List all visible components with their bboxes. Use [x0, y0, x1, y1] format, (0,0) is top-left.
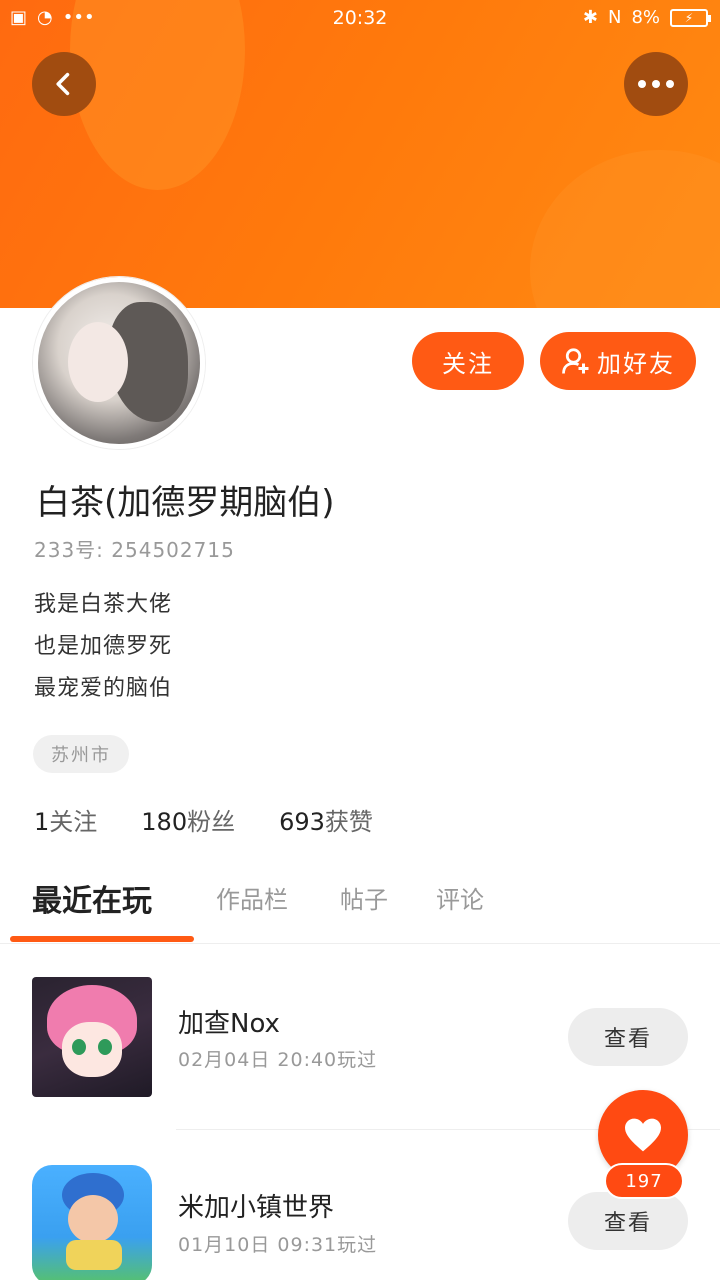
active-tab-indicator	[10, 936, 194, 942]
status-bar: ▣ ◔ ••• 20:32 ✱ N 8% ⚡	[0, 0, 720, 38]
stat-number: 180	[141, 808, 188, 836]
heart-icon	[625, 1118, 661, 1152]
game-icon[interactable]	[32, 1165, 152, 1280]
user-id: 233号: 254502715	[34, 534, 235, 563]
tab-posts[interactable]: 帖子	[340, 880, 388, 915]
profile-name: 白茶(加德罗期脑伯)	[36, 483, 335, 523]
more-options-button[interactable]	[624, 52, 688, 116]
follow-button-label: 关注	[442, 349, 494, 378]
bluetooth-icon: ✱	[582, 7, 598, 28]
view-game-button[interactable]: 查看	[568, 1192, 688, 1250]
game-title[interactable]: 加查Nox	[178, 1003, 280, 1040]
stat-label: 粉丝	[187, 808, 236, 836]
bio-line: 最宠爱的脑伯	[34, 676, 173, 701]
bio-line: 我是白茶大佬	[34, 592, 173, 617]
add-friend-button[interactable]: 加好友	[540, 332, 696, 390]
stat-number: 1	[34, 808, 50, 836]
profile-tabs: 最近在玩 作品栏 帖子 评论	[0, 870, 720, 944]
profile-stats: 1关注 180粉丝 693获赞	[34, 802, 373, 837]
chevron-left-icon	[56, 72, 70, 96]
tab-recently-played[interactable]: 最近在玩	[32, 876, 152, 920]
stat-number: 693	[279, 808, 325, 836]
user-id-value: 254502715	[111, 538, 235, 562]
stat-label: 关注	[49, 808, 98, 836]
follow-button[interactable]: 关注	[412, 332, 524, 390]
profile-header-banner	[0, 0, 720, 308]
stat-likes: 693获赞	[279, 802, 373, 837]
game-played-time: 02月04日 20:40玩过	[178, 1049, 378, 1071]
battery-icon: ⚡	[670, 8, 711, 27]
avatar[interactable]	[33, 277, 205, 449]
stat-followers[interactable]: 180粉丝	[141, 802, 235, 837]
bio-line: 也是加德罗死	[34, 634, 173, 659]
game-icon[interactable]	[32, 977, 152, 1097]
game-played-time: 01月10日 09:31玩过	[178, 1234, 378, 1256]
stat-label: 获赞	[324, 808, 373, 836]
more-horizontal-icon	[638, 80, 674, 88]
add-friend-label: 加好友	[597, 349, 675, 378]
view-game-button[interactable]: 查看	[568, 1008, 688, 1066]
game-title[interactable]: 米加小镇世界	[178, 1187, 334, 1224]
profile-bio: 我是白茶大佬 也是加德罗死 最宠爱的脑伯	[34, 584, 172, 710]
battery-percent: 8%	[631, 7, 660, 28]
back-button[interactable]	[32, 52, 96, 116]
location-tag: 苏州市	[33, 735, 129, 773]
like-count-badge: 197	[604, 1163, 684, 1199]
add-user-icon	[562, 348, 589, 374]
user-id-label: 233号:	[34, 538, 104, 562]
tab-comments[interactable]: 评论	[436, 880, 484, 915]
stat-following[interactable]: 1关注	[34, 802, 97, 837]
nfc-icon: N	[607, 7, 622, 28]
tab-works[interactable]: 作品栏	[216, 880, 288, 915]
